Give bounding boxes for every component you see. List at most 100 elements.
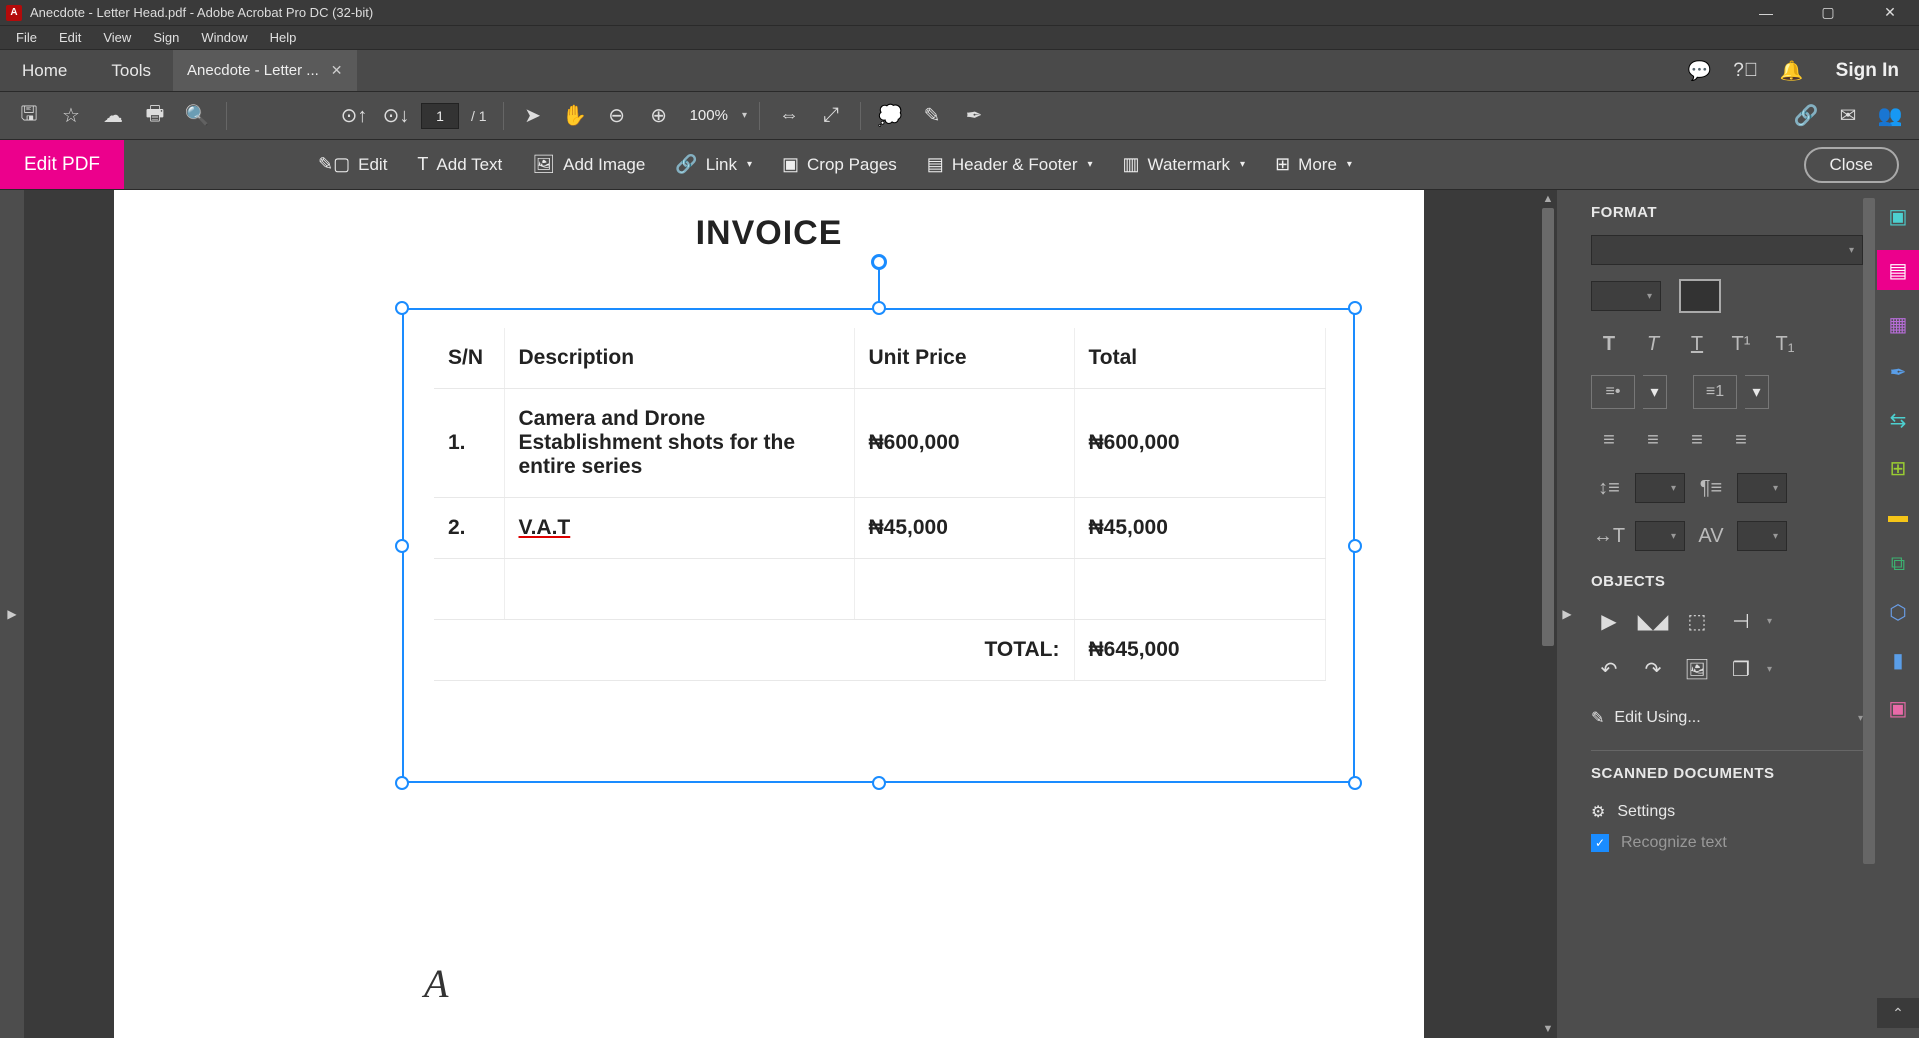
font-size-dropdown[interactable]: ▾ — [1591, 281, 1661, 311]
align-right-icon[interactable]: ≡ — [1679, 423, 1715, 457]
zoom-value[interactable]: 100% — [690, 107, 728, 124]
tab-tools[interactable]: Tools — [89, 50, 173, 91]
right-panel-toggle[interactable]: ▶ — [1557, 190, 1577, 1038]
tab-document[interactable]: Anecdote - Letter ... ✕ — [173, 50, 356, 91]
resize-handle-tl[interactable] — [395, 301, 409, 315]
page-number-input[interactable] — [421, 103, 459, 129]
settings-button[interactable]: ⚙ Settings — [1591, 796, 1863, 828]
align-left-icon[interactable]: ≡ — [1591, 423, 1627, 457]
maximize-button[interactable]: ▢ — [1805, 0, 1851, 26]
menu-file[interactable]: File — [8, 28, 45, 47]
superscript-icon[interactable]: T¹ — [1723, 327, 1759, 361]
link-button[interactable]: 🔗Link▾ — [661, 148, 766, 181]
scroll-up-icon[interactable]: ▲ — [1539, 190, 1557, 208]
minimize-button[interactable]: — — [1743, 0, 1789, 26]
line-spacing-dropdown[interactable]: ▾ — [1635, 473, 1685, 503]
bullet-list-dropdown[interactable]: ▾ — [1643, 375, 1667, 409]
page-down-icon[interactable]: ⊙↓ — [379, 99, 413, 133]
paragraph-spacing-icon[interactable]: ¶≡ — [1693, 471, 1729, 505]
flip-horizontal-icon[interactable]: ◣◢ — [1635, 604, 1671, 638]
subscript-icon[interactable]: T₁ — [1767, 327, 1803, 361]
numbered-list-icon[interactable]: ≡1 — [1693, 375, 1737, 409]
fit-width-icon[interactable]: ⇔ — [772, 99, 806, 133]
zoom-dropdown-icon[interactable]: ▾ — [742, 110, 747, 121]
sign-tool-icon[interactable]: ✒ — [957, 99, 991, 133]
align-justify-icon[interactable]: ≡ — [1723, 423, 1759, 457]
align-objects-icon[interactable]: ⊣ — [1723, 604, 1759, 638]
edit-using-button[interactable]: ✎ Edit Using... ▾ — [1591, 700, 1863, 736]
crop-object-icon[interactable]: ⬚ — [1679, 604, 1715, 638]
character-spacing-icon[interactable]: AV — [1693, 519, 1729, 553]
edit-pdf-rail-icon[interactable]: ▤ — [1877, 250, 1919, 290]
italic-icon[interactable]: T — [1635, 327, 1671, 361]
menu-view[interactable]: View — [95, 28, 139, 47]
watermark-button[interactable]: ▥Watermark▾ — [1109, 148, 1260, 181]
share-people-icon[interactable]: 👥 — [1873, 99, 1907, 133]
fit-page-icon[interactable]: ⤢ — [814, 99, 848, 133]
tab-home[interactable]: Home — [0, 50, 89, 91]
line-spacing-icon[interactable]: ↕≡ — [1591, 471, 1627, 505]
resize-handle-bm[interactable] — [872, 776, 886, 790]
more-button[interactable]: ⊞More▾ — [1261, 148, 1366, 181]
create-pdf-rail-icon[interactable]: ▣ — [1884, 202, 1912, 230]
tab-close-icon[interactable]: ✕ — [331, 62, 343, 79]
rail-collapse-icon[interactable]: ⌃ — [1877, 998, 1919, 1028]
email-icon[interactable]: ✉ — [1831, 99, 1865, 133]
resize-handle-tr[interactable] — [1348, 301, 1362, 315]
panel-scrollbar[interactable] — [1863, 198, 1875, 1030]
scroll-thumb[interactable] — [1542, 208, 1554, 646]
menu-edit[interactable]: Edit — [51, 28, 89, 47]
horizontal-scale-dropdown[interactable]: ▾ — [1635, 521, 1685, 551]
print-icon[interactable]: 🖶 — [138, 99, 172, 133]
enhance-rail-icon[interactable]: ⊞ — [1884, 454, 1912, 482]
left-panel-toggle[interactable]: ▶ — [0, 190, 24, 1038]
resize-handle-tm[interactable] — [872, 301, 886, 315]
document-canvas[interactable]: INVOICE S/N Description Unit Price — [24, 190, 1557, 1038]
attach-icon[interactable]: 🔗 — [1789, 99, 1823, 133]
resize-handle-bl[interactable] — [395, 776, 409, 790]
align-center-icon[interactable]: ≡ — [1635, 423, 1671, 457]
protect-rail-icon[interactable]: ⬡ — [1884, 598, 1912, 626]
page-up-icon[interactable]: ⊙↑ — [337, 99, 371, 133]
crop-pages-button[interactable]: ▣Crop Pages — [768, 148, 911, 181]
highlight-tool-icon[interactable]: ✎ — [915, 99, 949, 133]
horizontal-scale-icon[interactable]: ↔T — [1591, 519, 1627, 553]
resize-handle-mr[interactable] — [1348, 539, 1362, 553]
zoom-out-icon[interactable]: ⊖ — [600, 99, 634, 133]
save-icon[interactable]: 🖫 — [12, 99, 46, 133]
menu-help[interactable]: Help — [262, 28, 305, 47]
compress-rail-icon[interactable]: ▣ — [1884, 694, 1912, 722]
star-icon[interactable]: ☆ — [54, 99, 88, 133]
vertical-scrollbar[interactable]: ▲ ▼ — [1539, 190, 1557, 1038]
close-window-button[interactable]: ✕ — [1867, 0, 1913, 26]
replace-image-icon[interactable]: 🖼 — [1679, 652, 1715, 686]
add-text-button[interactable]: TAdd Text — [403, 148, 516, 181]
zoom-in-icon[interactable]: ⊕ — [642, 99, 676, 133]
add-image-button[interactable]: 🖼Add Image — [518, 148, 659, 181]
edit-button[interactable]: ✎▢Edit — [304, 148, 401, 181]
comment-tool-icon[interactable]: 💭 — [873, 99, 907, 133]
search-icon[interactable]: 🔍 — [180, 99, 214, 133]
combine-rail-icon[interactable]: ⧉ — [1884, 550, 1912, 578]
rotate-cw-icon[interactable]: ↷ — [1635, 652, 1671, 686]
cloud-upload-icon[interactable]: ☁ — [96, 99, 130, 133]
arrange-icon[interactable]: ❐ — [1723, 652, 1759, 686]
bold-icon[interactable]: T — [1591, 327, 1627, 361]
comments-icon[interactable]: 💬 — [1688, 59, 1712, 83]
rotate-ccw-icon[interactable]: ↶ — [1591, 652, 1627, 686]
character-spacing-dropdown[interactable]: ▾ — [1737, 521, 1787, 551]
sign-rail-icon[interactable]: ✒ — [1884, 358, 1912, 386]
hand-tool-icon[interactable]: ✋ — [558, 99, 592, 133]
organize-rail-icon[interactable]: ⇆ — [1884, 406, 1912, 434]
menu-window[interactable]: Window — [193, 28, 255, 47]
header-footer-button[interactable]: ▤Header & Footer▾ — [913, 148, 1107, 181]
sign-in-button[interactable]: Sign In — [1836, 60, 1899, 82]
comment-rail-icon[interactable]: ▬ — [1884, 502, 1912, 530]
menu-sign[interactable]: Sign — [145, 28, 187, 47]
resize-handle-br[interactable] — [1348, 776, 1362, 790]
numbered-list-dropdown[interactable]: ▾ — [1745, 375, 1769, 409]
flip-vertical-icon[interactable]: ▶ — [1591, 604, 1627, 638]
export-pdf-rail-icon[interactable]: ▦ — [1884, 310, 1912, 338]
redact-rail-icon[interactable]: ▮ — [1884, 646, 1912, 674]
scroll-down-icon[interactable]: ▼ — [1539, 1020, 1557, 1038]
